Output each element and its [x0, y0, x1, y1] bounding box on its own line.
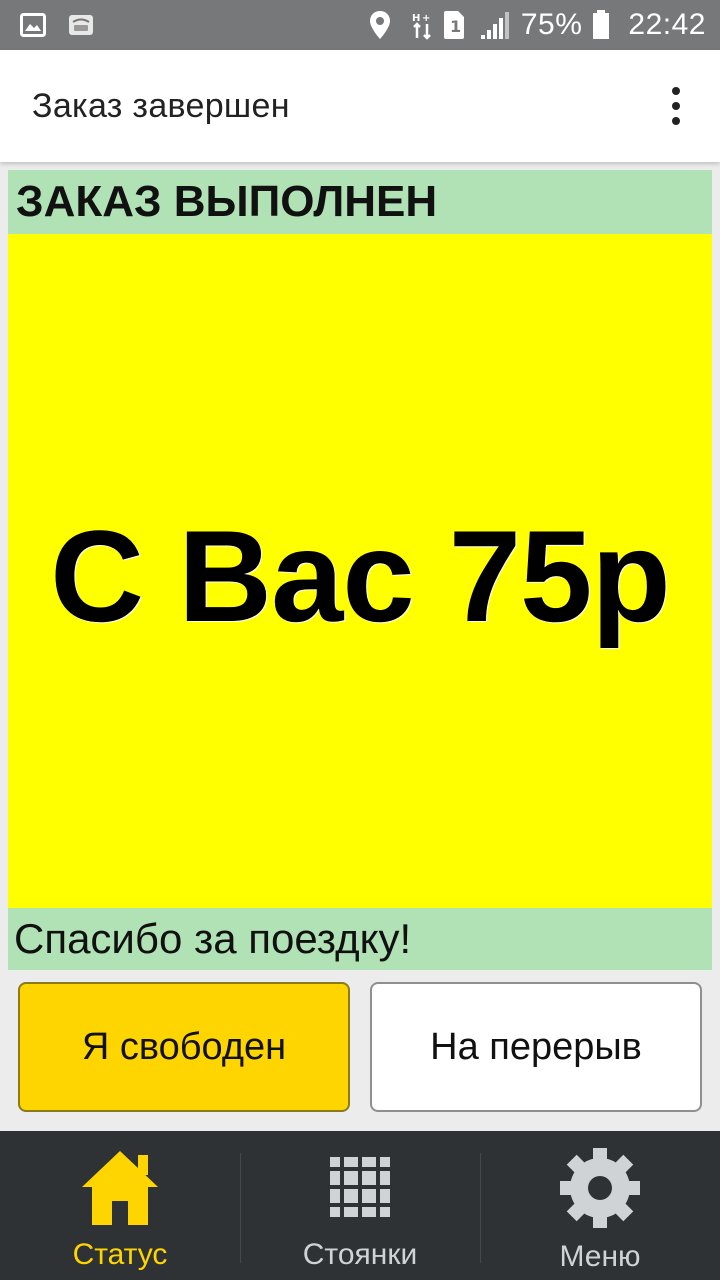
- nav-label-menu: Меню: [559, 1240, 641, 1273]
- gallery-icon: [20, 13, 46, 37]
- notification-icon: [68, 14, 94, 36]
- nav-item-status[interactable]: Статус: [0, 1131, 240, 1280]
- clock: 22:42: [628, 8, 706, 41]
- break-button[interactable]: На перерыв: [370, 982, 702, 1112]
- home-icon: [78, 1147, 162, 1232]
- svg-text:H: H: [412, 13, 420, 24]
- nav-item-stands[interactable]: Стоянки: [240, 1131, 480, 1280]
- status-bar: H + 1 75% 22:42: [0, 0, 720, 50]
- free-button[interactable]: Я свободен: [18, 982, 350, 1112]
- svg-text:+: +: [422, 13, 430, 24]
- location-icon: [369, 10, 391, 40]
- price-text: С Вас 75р: [50, 503, 671, 649]
- more-vert-icon[interactable]: [646, 66, 706, 146]
- app-bar: Заказ завершен: [0, 50, 720, 162]
- nav-label-status: Статус: [72, 1238, 168, 1271]
- screen: H + 1 75% 22:42 Заказ завершен ЗАКАЗ ВЫП…: [0, 0, 720, 1280]
- battery-percent: 75%: [520, 8, 583, 41]
- data-transfer-icon: H +: [411, 10, 433, 40]
- nav-item-menu[interactable]: Меню: [480, 1131, 720, 1280]
- sim-slot-number: 1: [450, 17, 461, 36]
- bottom-nav: Статус Стоянки Меню: [0, 1131, 720, 1280]
- thanks-message: Спасибо за поездку!: [8, 908, 712, 970]
- price-panel: С Вас 75р: [8, 234, 712, 908]
- sim-icon: 1: [443, 10, 465, 40]
- grid-icon: [320, 1147, 400, 1232]
- nav-label-stands: Стоянки: [302, 1238, 418, 1271]
- signal-icon: [480, 11, 511, 39]
- order-status-title: ЗАКАЗ ВЫПОЛНЕН: [8, 170, 712, 234]
- page-title: Заказ завершен: [32, 86, 290, 125]
- gear-icon: [559, 1147, 641, 1234]
- battery-icon: [592, 10, 610, 40]
